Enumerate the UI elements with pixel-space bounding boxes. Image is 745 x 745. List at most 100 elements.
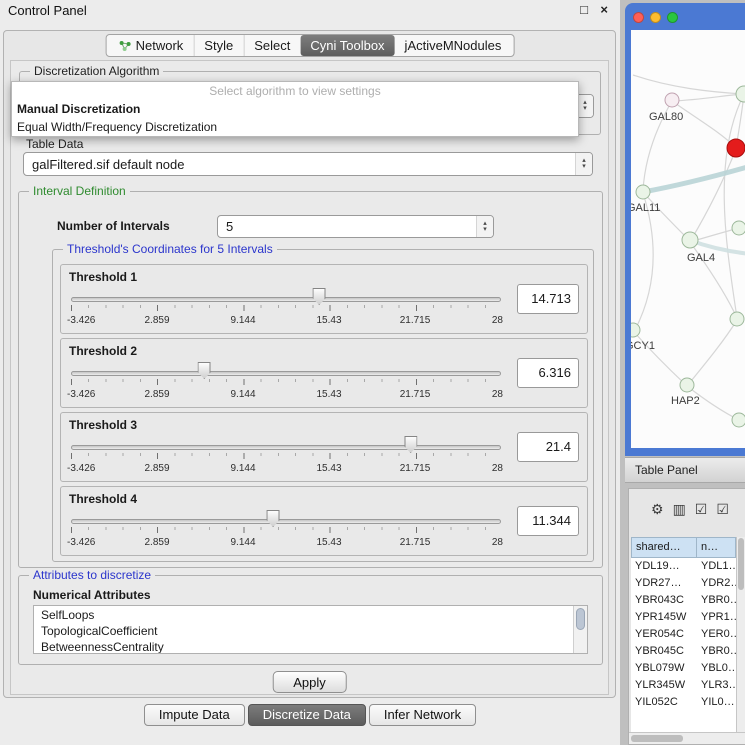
tab-infer-network[interactable]: Infer Network [369,704,476,726]
table-row[interactable]: YBR043CYBR0… [631,592,736,609]
number-of-intervals-combobox[interactable]: 5 ▴ ▾ [217,215,494,238]
gear-icon[interactable]: ⚙ [651,501,664,518]
threshold-value-field[interactable]: 6.316 [517,358,579,388]
slider-track[interactable] [71,297,501,302]
network-node[interactable] [680,378,694,392]
dropdown-placeholder: Select algorithm to view settings [12,82,578,100]
group-title: Interval Definition [29,184,130,198]
table-row[interactable]: YBL079WYBL0… [631,660,736,677]
attribute-list-item[interactable]: SelfLoops [34,607,573,623]
column-header[interactable]: n… [697,537,736,558]
tab-impute-data[interactable]: Impute Data [144,704,245,726]
panel-title: Control Panel [8,3,87,18]
network-edge [672,101,736,148]
columns-icon[interactable]: ▥ [673,501,686,518]
numerical-attributes-list[interactable]: SelfLoopsTopologicalCoefficientBetweenne… [33,605,588,654]
table-row[interactable]: YBR045CYBR0… [631,643,736,660]
mac-close-button[interactable] [633,12,644,23]
table-row[interactable]: YLR345WYLR3… [631,677,736,694]
slider-track[interactable] [71,371,501,376]
network-edge [633,75,743,94]
network-node[interactable] [732,413,745,427]
network-canvas[interactable]: GAL80GAL11GAL4GCY1HAP2 [631,30,745,448]
network-node[interactable] [730,312,744,326]
network-node[interactable] [631,323,640,337]
apply-button[interactable]: Apply [272,671,347,693]
network-node[interactable] [636,185,650,199]
slider-thumb[interactable] [404,436,417,453]
select-visible-checkbox-icon[interactable]: ☑ [716,501,729,518]
tab-select[interactable]: Select [243,35,300,56]
dropdown-option-equal-width-frequency[interactable]: Equal Width/Frequency Discretization [12,118,578,136]
table-data-combobox[interactable]: galFiltered.sif default node ▴ ▾ [23,152,593,176]
threshold-value-field[interactable]: 21.4 [517,432,579,462]
slider-track[interactable] [71,519,501,524]
network-node[interactable] [665,93,679,107]
tab-style[interactable]: Style [193,35,243,56]
table-row[interactable]: YDL19…YDL1… [631,558,736,575]
column-header[interactable]: shared… [631,537,697,558]
tab-label: Cyni Toolbox [310,38,384,53]
threshold-4-slider[interactable]: -3.4262.8599.14415.4321.71528 [71,505,501,553]
attributes-to-discretize-group: Attributes to discretize Numerical Attri… [18,575,603,665]
network-node[interactable] [736,86,745,102]
tab-cyni-toolbox[interactable]: Cyni Toolbox [300,35,394,56]
table-cell: YER054C [631,626,697,643]
network-view-window: GAL80GAL11GAL4GCY1HAP2 [625,3,745,456]
scrollbar-thumb[interactable] [576,608,585,630]
select-all-checkbox-icon[interactable]: ☑ [695,501,708,518]
thresholds-coordinates-group: Threshold's Coordinates for 5 Intervals … [52,249,594,562]
threshold-3-slider[interactable]: -3.4262.8599.14415.4321.71528 [71,431,501,479]
table-cell: YBL0… [697,660,736,677]
network-node[interactable] [732,221,745,235]
slider-thumb[interactable] [313,288,326,305]
table-horizontal-scrollbar[interactable] [629,732,745,744]
scrollbar-thumb[interactable] [738,538,744,590]
threshold-value-field[interactable]: 14.713 [517,284,579,314]
table-row[interactable]: YER054CYER0… [631,626,736,643]
scrollbar-thumb[interactable] [631,735,683,742]
slider-track[interactable] [71,445,501,450]
slider-thumb[interactable] [267,510,280,527]
mac-minimize-button[interactable] [650,12,661,23]
scale-tick-label: 2.859 [144,389,169,400]
threshold-4-block: Threshold 4 -3.4262.8599.14415.4321.7152… [60,486,588,556]
table-row[interactable]: YIL052CYIL0… [631,694,736,711]
scale-tick-label: 2.859 [144,463,169,474]
mac-zoom-button[interactable] [667,12,678,23]
network-node[interactable] [727,139,745,157]
table-row[interactable]: YPR145WYPR1… [631,609,736,626]
group-title: Attributes to discretize [29,568,155,582]
attribute-list-item[interactable]: TopologicalCoefficient [34,623,573,639]
tab-discretize-data[interactable]: Discretize Data [248,704,366,726]
list-scrollbar[interactable] [573,606,587,653]
threshold-2-slider[interactable]: -3.4262.8599.14415.4321.71528 [71,357,501,405]
threshold-2-block: Threshold 2 -3.4262.8599.14415.4321.7152… [60,338,588,408]
dropdown-option-manual-discretization[interactable]: Manual Discretization [12,100,578,118]
threshold-value-field[interactable]: 11.344 [517,506,579,536]
table-cell: YBR0… [697,592,736,609]
combo-stepper-icon[interactable]: ▴ ▾ [575,153,592,175]
combo-stepper-icon[interactable]: ▴ ▾ [476,216,493,237]
network-node[interactable] [682,232,698,248]
slider-scale: -3.4262.8599.14415.4321.71528 [71,537,501,549]
tab-jactivemnodules[interactable]: jActiveMNodules [395,35,512,56]
table-panel: ⚙▥☑☑ shared… n… YDL19…YDL1…YDR27…YDR2…YB… [628,488,745,745]
slider-ticks [71,305,501,311]
scale-tick-label: 21.715 [400,389,431,400]
table-cell: YDL19… [631,558,697,575]
tab-network[interactable]: Network [109,35,194,56]
table-row[interactable]: YDR27…YDR2… [631,575,736,592]
table-cell: YDL1… [697,558,736,575]
attribute-list-item[interactable]: BetweennessCentrality [34,639,573,653]
table-vertical-scrollbar[interactable] [736,537,745,732]
float-panel-icon[interactable]: □ [580,2,588,17]
close-icon[interactable]: × [600,2,608,17]
network-edge [643,192,689,240]
threshold-1-slider[interactable]: -3.4262.8599.14415.4321.71528 [71,283,501,331]
slider-thumb[interactable] [198,362,211,379]
slider-ticks [71,379,501,385]
table-panel-titlebar: Table Panel [625,457,745,483]
stepper-down-icon: ▾ [582,164,586,170]
control-panel: Control Panel □ × Network Style Select C… [0,0,620,745]
